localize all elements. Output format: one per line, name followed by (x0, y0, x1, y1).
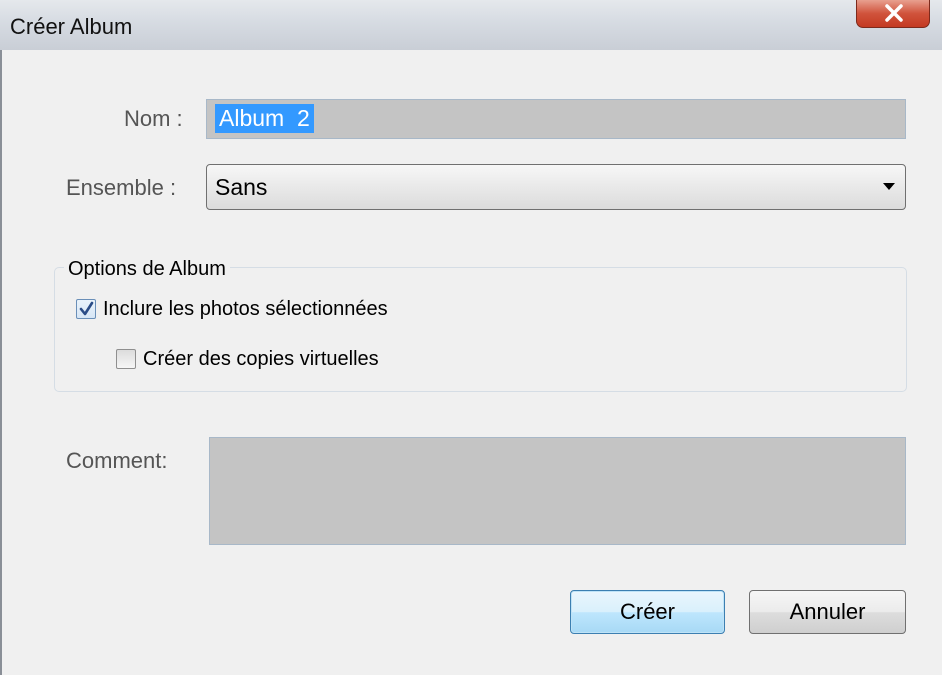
create-button[interactable]: Créer (570, 590, 725, 634)
album-options-legend: Options de Album (64, 258, 230, 281)
name-input[interactable]: Album 2 (206, 99, 906, 139)
include-selected-label[interactable]: Inclure les photos sélectionnées (103, 298, 388, 321)
close-button[interactable] (856, 0, 930, 28)
window-title: Créer Album (10, 14, 133, 39)
set-dropdown[interactable]: Sans (206, 164, 906, 210)
chevron-down-icon (883, 183, 895, 190)
name-label: Nom : (124, 106, 183, 131)
checkmark-icon (79, 301, 94, 316)
set-label: Ensemble : (66, 175, 177, 200)
title-bar[interactable]: Créer Album (0, 0, 942, 50)
cancel-button[interactable]: Annuler (749, 590, 906, 634)
album-options-group (54, 267, 907, 392)
comment-label: Comment: (66, 448, 168, 473)
comment-textarea[interactable] (209, 437, 906, 545)
virtual-copies-checkbox[interactable] (116, 349, 136, 369)
close-icon (885, 4, 903, 22)
name-input-value: Album 2 (215, 104, 314, 133)
include-selected-checkbox[interactable] (76, 299, 96, 319)
virtual-copies-label[interactable]: Créer des copies virtuelles (143, 348, 379, 371)
set-dropdown-value: Sans (215, 174, 268, 200)
